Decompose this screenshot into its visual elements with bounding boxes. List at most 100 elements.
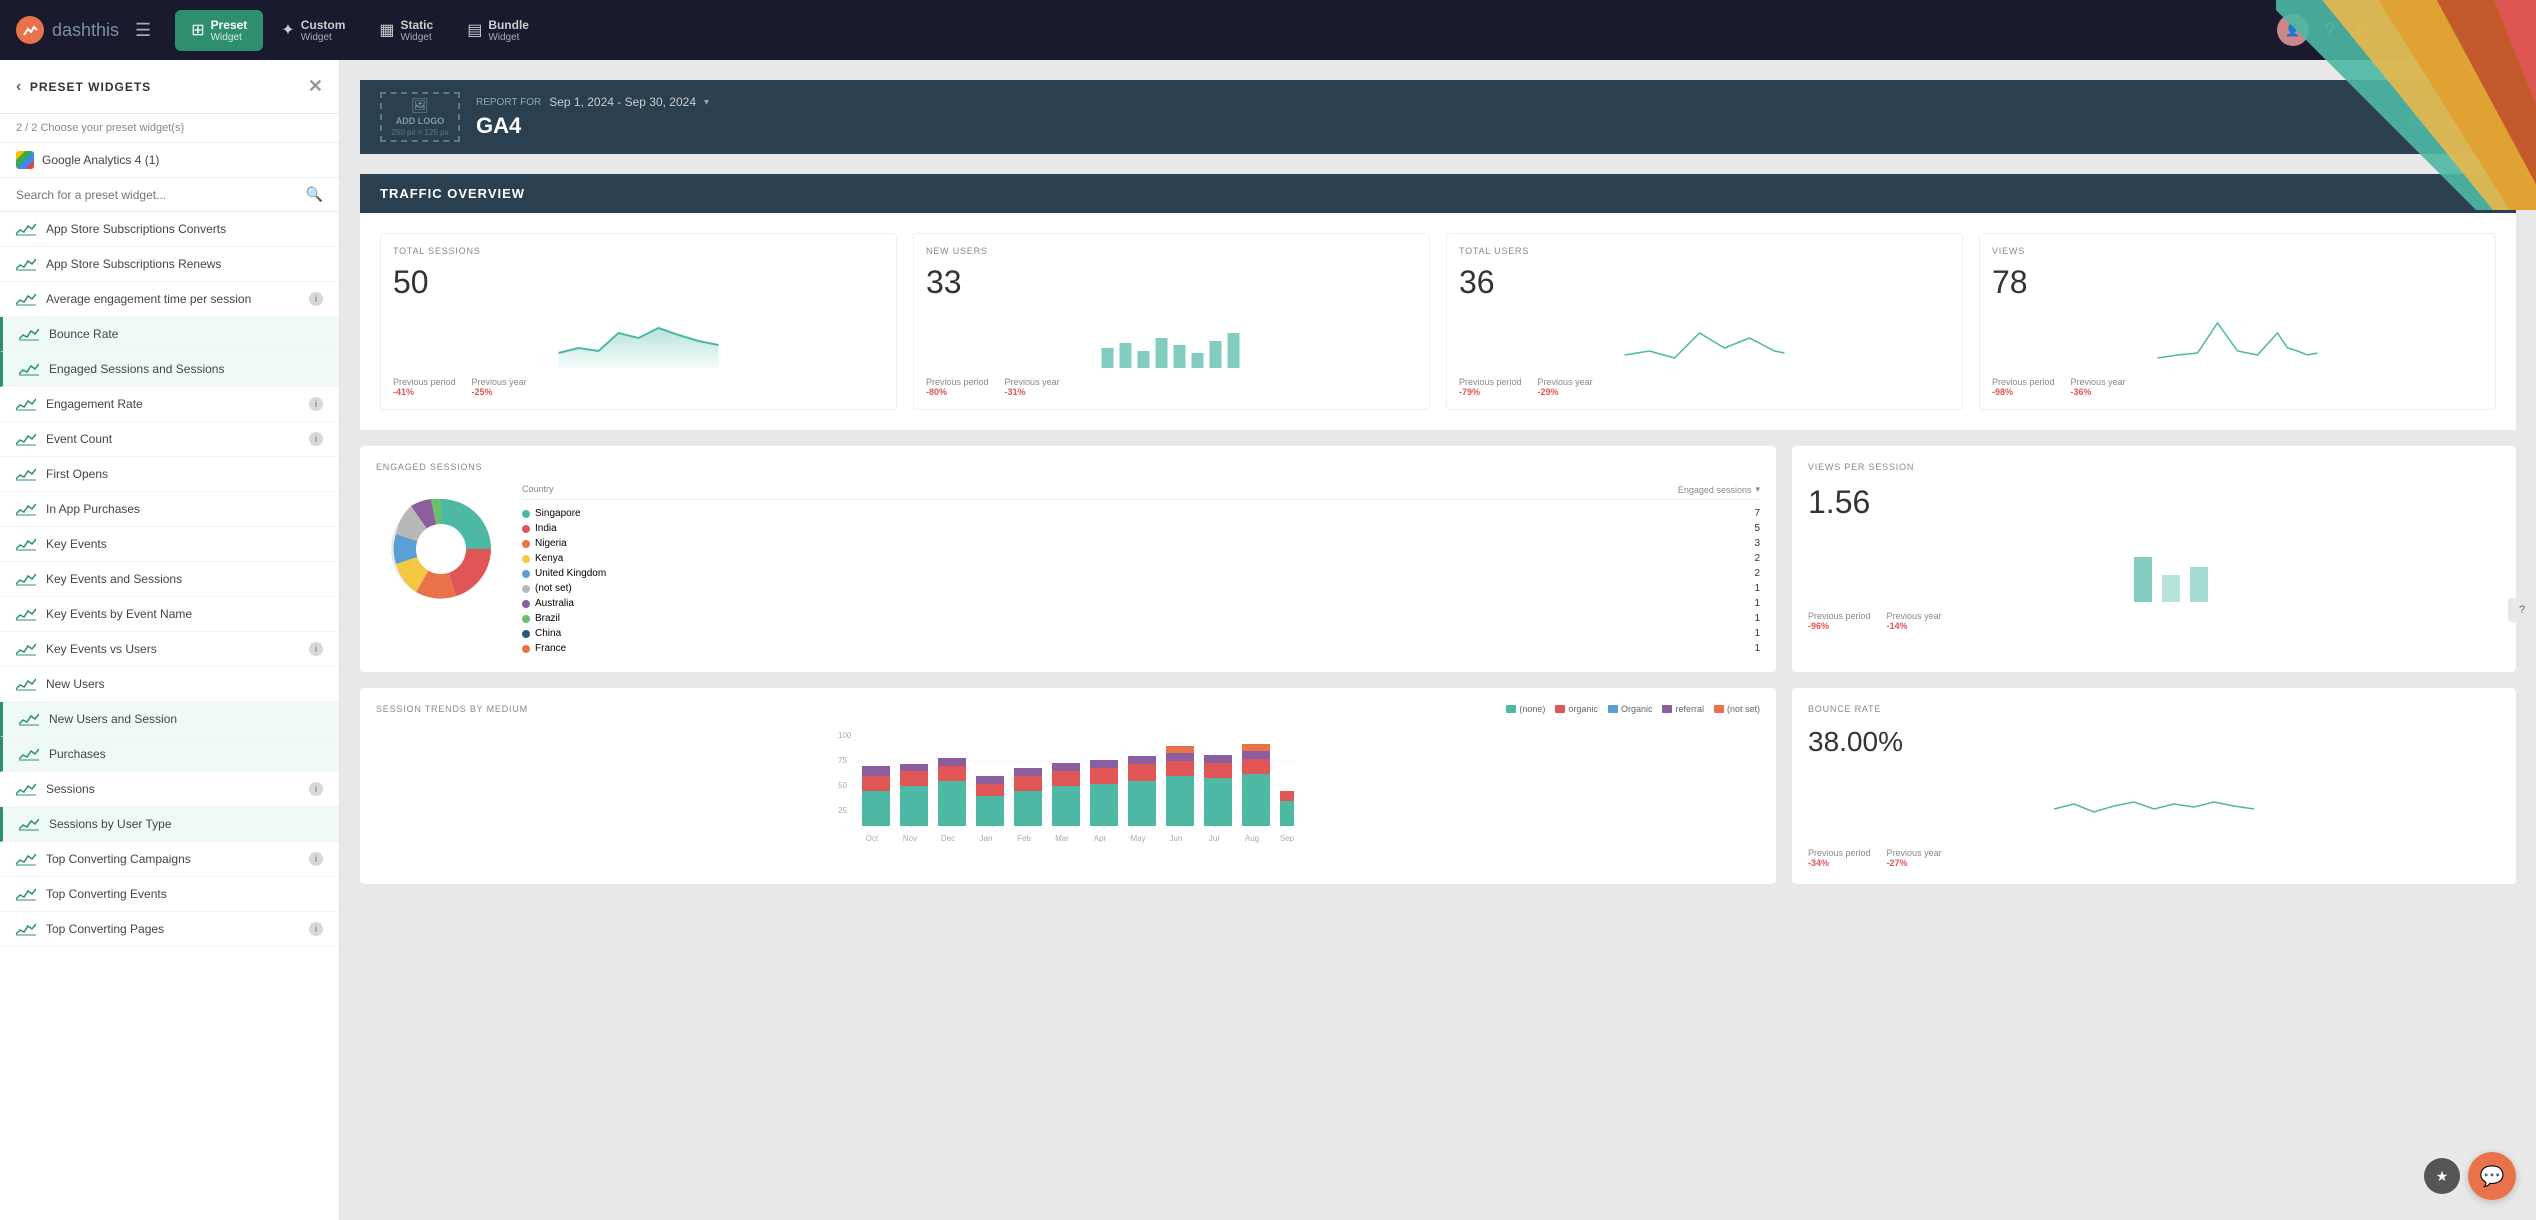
legend-dot — [522, 570, 530, 578]
bounce-rate-value: 38.00% — [1808, 726, 2500, 758]
svg-text:Apr: Apr — [1094, 834, 1107, 843]
logo-placeholder[interactable]: 🖼 ADD LOGO 250 px × 125 px — [380, 92, 460, 142]
help-panel-button[interactable]: ? — [2508, 598, 2536, 622]
legend-header: Country Engaged sessions ▾ — [522, 484, 1760, 500]
widget-item-chart-icon — [16, 572, 36, 586]
share-icon[interactable]: ⎘ — [2411, 107, 2425, 128]
settings-icon[interactable]: ⚙ — [2441, 107, 2457, 128]
widget-item[interactable]: Purchases — [0, 737, 339, 772]
widget-item-label: Top Converting Events — [46, 887, 323, 901]
widget-item[interactable]: New Users — [0, 667, 339, 702]
metric-total-users: TOTAL USERS 36 Previous period-79% Previ… — [1446, 233, 1963, 410]
widget-item[interactable]: Sessions by User Type — [0, 807, 339, 842]
svg-text:100: 100 — [838, 731, 852, 740]
engaged-sessions-legend: Country Engaged sessions ▾ Singapore7Ind… — [522, 484, 1760, 656]
legend-dot — [522, 630, 530, 638]
widget-item[interactable]: Key Events by Event Name — [0, 597, 339, 632]
info-icon: i — [309, 642, 323, 656]
bounce-rate-chart — [1808, 774, 2500, 839]
legend-country: Nigeria — [535, 538, 567, 549]
widget-item[interactable]: Average engagement time per sessioni — [0, 282, 339, 317]
widget-item[interactable]: App Store Subscriptions Renews — [0, 247, 339, 282]
date-range: Sep 1, 2024 - Sep 30, 2024 — [549, 95, 696, 109]
view-icon[interactable]: 👁 — [2473, 107, 2496, 128]
widget-item-chart-icon — [16, 607, 36, 621]
colour-themes-button[interactable]: Colour Themes — [2389, 20, 2520, 40]
metric-compare: Previous period-79% Previous year-29% — [1459, 377, 1950, 397]
views-per-session-value: 1.56 — [1808, 484, 2500, 521]
tab-preset-widget[interactable]: ⊞ Preset Widget — [175, 10, 263, 51]
legend-value: 1 — [1754, 583, 1760, 594]
metric-views: VIEWS 78 Previous period-98% Previous ye… — [1979, 233, 2496, 410]
widget-item-chart-icon — [16, 397, 36, 411]
widget-item[interactable]: Key Events — [0, 527, 339, 562]
bounce-rate-card: BOUNCE RATE 38.00% Previous period-34% P… — [1792, 688, 2516, 884]
widget-item[interactable]: Key Events vs Usersi — [0, 632, 339, 667]
tab-static-widget[interactable]: ▦ Static Widget — [363, 10, 449, 51]
widget-item[interactable]: Event Counti — [0, 422, 339, 457]
static-icon: ▦ — [379, 20, 394, 40]
legend-dot — [522, 510, 530, 518]
widget-item-chart-icon — [19, 362, 39, 376]
legend-country: Singapore — [535, 508, 581, 519]
widget-item[interactable]: In App Purchases — [0, 492, 339, 527]
widget-item[interactable]: Bounce Rate — [0, 317, 339, 352]
close-sidebar-button[interactable]: ✕ — [308, 76, 323, 97]
legend-dot — [522, 525, 530, 533]
metric-compare: Previous period-41% Previous year-25% — [393, 377, 884, 397]
session-trends-chart: 100 75 50 25 — [376, 726, 1760, 846]
widget-item[interactable]: Top Converting Campaignsi — [0, 842, 339, 877]
tab-widget-bundle[interactable]: ▤ Bundle Widget — [451, 10, 545, 51]
tab-custom-widget[interactable]: ✦ Custom Widget — [265, 10, 361, 51]
session-trends-title: SESSION TRENDS BY MEDIUM — [376, 704, 528, 714]
notifications-icon[interactable]: 🔔 — [2351, 20, 2373, 41]
legend-value: 2 — [1754, 568, 1760, 579]
legend-none: (none) — [1506, 704, 1545, 714]
widget-item-label: Sessions — [46, 782, 299, 796]
widget-item[interactable]: New Users and Session — [0, 702, 339, 737]
help-icon[interactable]: ? — [2325, 20, 2335, 41]
engaged-views-row: ENGAGED SESSIONS — [360, 446, 2516, 672]
date-dropdown-icon[interactable]: ▾ — [704, 97, 709, 108]
search-input[interactable] — [16, 188, 306, 202]
feedback-button[interactable]: ★ — [2424, 1158, 2460, 1194]
sessions-dropdown[interactable]: Engaged sessions ▾ — [1678, 484, 1760, 495]
widget-item[interactable]: Key Events and Sessions — [0, 562, 339, 597]
hamburger-menu[interactable]: ☰ — [127, 16, 159, 45]
svg-text:Oct: Oct — [866, 834, 879, 843]
back-button[interactable]: ‹ — [16, 78, 22, 96]
content-area: 🖼 ADD LOGO 250 px × 125 px REPORT FOR Se… — [340, 60, 2536, 1220]
widget-item[interactable]: Top Converting Pagesi — [0, 912, 339, 947]
app-logo — [16, 16, 44, 44]
widget-item[interactable]: Sessionsi — [0, 772, 339, 807]
legend-item: India5 — [522, 521, 1760, 536]
user-avatar[interactable]: 👤 — [2277, 14, 2309, 46]
chat-button[interactable]: 💬 — [2468, 1152, 2516, 1200]
metric-label: VIEWS — [1992, 246, 2483, 256]
legend-country: France — [535, 643, 566, 654]
widget-item-label: Average engagement time per session — [46, 292, 299, 306]
legend-country: United Kingdom — [535, 568, 606, 579]
widget-item-chart-icon — [16, 887, 36, 901]
widget-item[interactable]: Engaged Sessions and Sessions — [0, 352, 339, 387]
bounce-rate-title: BOUNCE RATE — [1808, 704, 2500, 714]
logo-placeholder-line2: 250 px × 125 px — [391, 128, 448, 137]
legend-value: 5 — [1754, 523, 1760, 534]
widget-item[interactable]: App Store Subscriptions Converts — [0, 212, 339, 247]
report-header-left: 🖼 ADD LOGO 250 px × 125 px REPORT FOR Se… — [380, 92, 709, 142]
widget-item[interactable]: First Opens — [0, 457, 339, 492]
widget-item[interactable]: Top Converting Events — [0, 877, 339, 912]
widget-item-label: New Users and Session — [49, 712, 323, 726]
engaged-sessions-inner: Country Engaged sessions ▾ Singapore7Ind… — [376, 484, 1760, 656]
widget-item-chart-icon — [16, 537, 36, 551]
widget-item-label: Event Count — [46, 432, 299, 446]
nav-right: 👤 ? 🔔 Colour Themes — [2277, 14, 2520, 46]
widget-item-label: App Store Subscriptions Converts — [46, 222, 323, 236]
legend-value: 1 — [1754, 613, 1760, 624]
widget-item[interactable]: Engagement Ratei — [0, 387, 339, 422]
legend-value: 1 — [1754, 598, 1760, 609]
legend-none-color — [1506, 705, 1516, 713]
report-actions: ⎘ ⚙ 👁 — [2411, 107, 2496, 128]
metric-value: 78 — [1992, 264, 2483, 301]
legend-item: Nigeria3 — [522, 536, 1760, 551]
